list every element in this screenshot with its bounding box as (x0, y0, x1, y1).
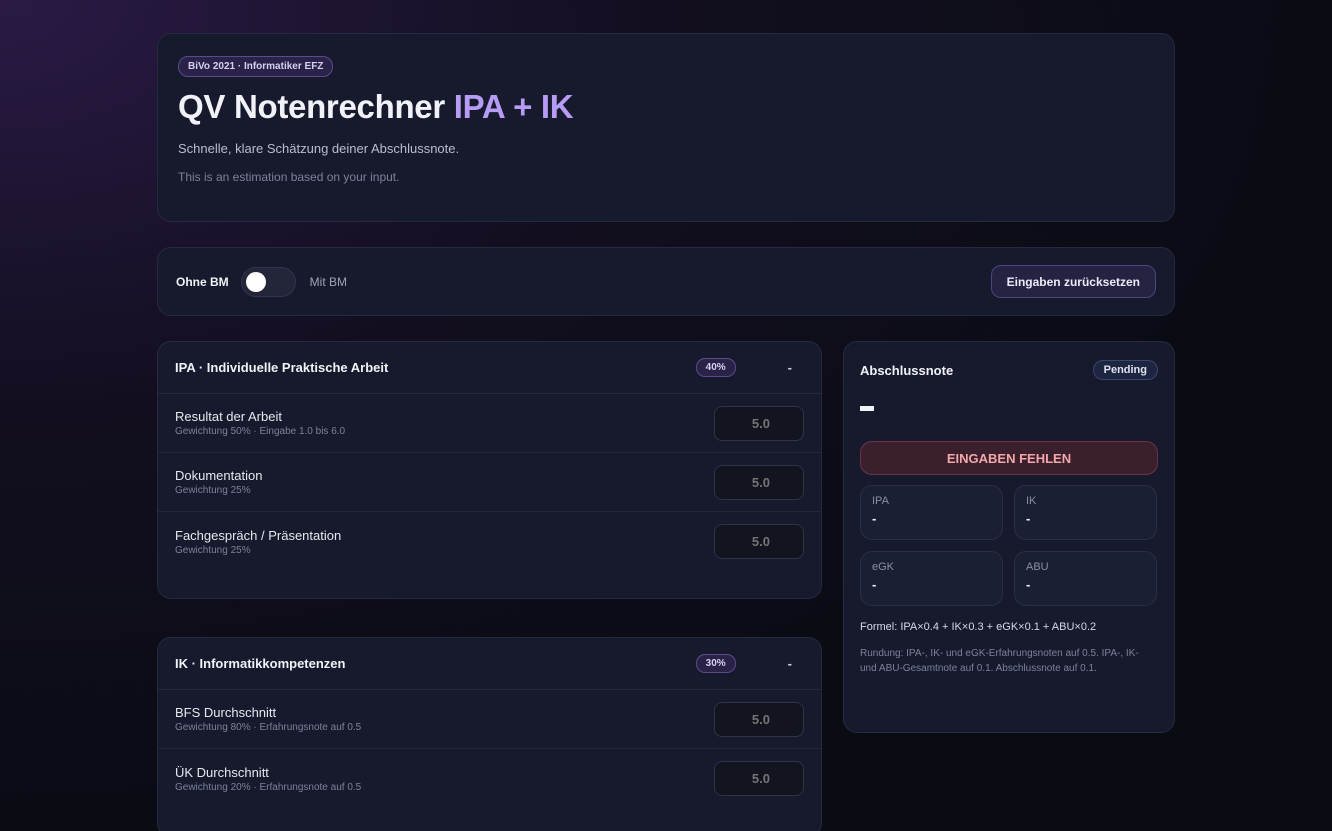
page-subtitle: Schnelle, klare Schätzung deiner Abschlu… (178, 141, 460, 156)
estimation-note: This is an estimation based on your inpu… (178, 170, 400, 184)
reset-inputs-button[interactable]: Eingaben zurücksetzen (990, 265, 1156, 298)
metric-ipa: IPA - (860, 485, 1003, 540)
status-badge: Pending (1092, 360, 1158, 380)
metric-value: - (1026, 511, 1031, 526)
ik-row-bfs: BFS Durchschnitt Gewichtung 80% · Erfahr… (158, 690, 821, 749)
header-card: BiVo 2021 · Informatiker EFZ QV Notenrec… (157, 33, 1175, 222)
page-title-main: QV Notenrechner (178, 88, 454, 125)
ipa-section: IPA · Individuelle Praktische Arbeit 40%… (157, 341, 822, 599)
options-toolbar: Ohne BM Mit BM Eingaben zurücksetzen (157, 247, 1175, 316)
row-sub: Gewichtung 50% · Eingabe 1.0 bis 6.0 (175, 426, 346, 437)
row-label: BFS Durchschnitt (175, 705, 277, 720)
ipa-row-fachgespraech: Fachgespräch / Präsentation Gewichtung 2… (158, 512, 821, 571)
row-sub: Gewichtung 25% (175, 485, 251, 496)
bm-toggle-switch[interactable] (240, 266, 296, 297)
ipa-row-dokumentation: Dokumentation Gewichtung 25% (158, 453, 821, 512)
final-grade-placeholder (860, 406, 874, 411)
ik-section-title: IK · Informatikkompetenzen (175, 656, 346, 671)
page-title-accent: IPA + IK (453, 88, 574, 125)
metric-label: IK (1026, 495, 1037, 507)
uek-input[interactable] (714, 761, 804, 796)
row-sub: Gewichtung 25% (175, 544, 251, 556)
ipa-collapse-toggle[interactable]: - (788, 360, 792, 375)
result-panel: Abschlussnote Pending EINGABEN FEHLEN IP… (843, 341, 1175, 733)
row-sub: Gewichtung 20% · Erfahrungsnote auf 0.5 (175, 781, 362, 793)
metric-value: - (1026, 577, 1031, 592)
result-title: Abschlussnote (860, 362, 954, 378)
formula-text: Formel: IPA×0.4 + IK×0.3 + eGK×0.1 + ABU… (860, 621, 1097, 633)
metric-ik: IK - (1014, 485, 1157, 540)
ipa-section-header[interactable]: IPA · Individuelle Praktische Arbeit 40%… (158, 342, 821, 394)
toggle-knob (245, 271, 266, 292)
ipa-weight-badge: 40% (695, 358, 736, 377)
metric-egk: eGK - (860, 551, 1003, 606)
ik-collapse-toggle[interactable]: - (788, 656, 792, 671)
ik-section: IK · Informatikkompetenzen 30% - BFS Dur… (157, 637, 822, 831)
toggle-label-mit-bm: Mit BM (309, 274, 348, 289)
metric-label: ABU (1026, 561, 1049, 573)
bfs-input[interactable] (714, 701, 804, 737)
metric-value: - (872, 577, 877, 592)
rounding-note: Rundung: IPA-, IK- und eGK-Erfahrungsnot… (860, 648, 1139, 674)
program-badge: BiVo 2021 · Informatiker EFZ (178, 56, 334, 77)
row-sub: Gewichtung 80% · Erfahrungsnote auf 0.5 (175, 722, 362, 733)
ipa-section-title: IPA · Individuelle Praktische Arbeit (175, 360, 389, 375)
missing-inputs-alert: EINGABEN FEHLEN (860, 441, 1158, 475)
metric-value: - (872, 511, 877, 526)
row-label: Fachgespräch / Präsentation (175, 527, 342, 543)
ipa-row-resultat: Resultat der Arbeit Gewichtung 50% · Ein… (158, 394, 821, 453)
metric-label: IPA (872, 495, 889, 507)
dokumentation-input[interactable] (714, 464, 804, 500)
row-label: Resultat der Arbeit (175, 409, 282, 424)
fachgespraech-input[interactable] (714, 524, 804, 559)
metric-abu: ABU - (1014, 551, 1157, 606)
page-title: QV Notenrechner IPA + IK (178, 88, 1154, 126)
toggle-label-ohne-bm: Ohne BM (176, 274, 229, 289)
ik-weight-badge: 30% (695, 654, 736, 673)
ik-row-uek: ÜK Durchschnitt Gewichtung 20% · Erfahru… (158, 749, 821, 808)
row-label: Dokumentation (175, 468, 263, 483)
metrics-grid: IPA - IK - eGK - ABU - (860, 485, 1158, 606)
resultat-input[interactable] (714, 405, 804, 441)
metric-label: eGK (872, 561, 895, 573)
ik-section-header[interactable]: IK · Informatikkompetenzen 30% - (158, 638, 821, 690)
row-label: ÜK Durchschnitt (175, 764, 269, 780)
